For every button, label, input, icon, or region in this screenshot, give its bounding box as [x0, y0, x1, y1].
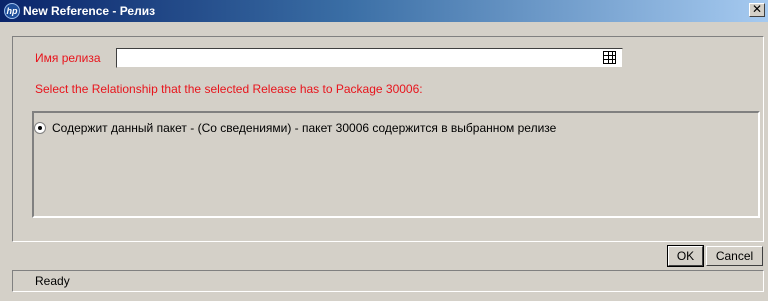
relationship-radio[interactable] [34, 122, 46, 134]
relationship-option-label[interactable]: Содержит данный пакет - (Со сведениями) … [52, 121, 556, 135]
table-grid-icon[interactable] [603, 51, 616, 64]
hp-logo-icon: hp [4, 3, 20, 19]
dialog-window: hp New Reference - Релиз ✕ Имя релиза Se… [0, 0, 768, 301]
window-title: New Reference - Релиз [23, 4, 156, 18]
release-name-label: Имя релиза [35, 51, 101, 65]
ok-button[interactable]: OK [667, 245, 704, 267]
status-text: Ready [35, 274, 70, 288]
cancel-button[interactable]: Cancel [706, 246, 763, 266]
radio-selected-dot [38, 126, 42, 130]
release-name-input[interactable] [116, 48, 623, 68]
relationship-instruction: Select the Relationship that the selecte… [35, 82, 423, 96]
close-icon: ✕ [751, 2, 763, 16]
title-bar[interactable]: hp New Reference - Релиз ✕ [0, 0, 768, 22]
status-bar [12, 270, 764, 292]
close-button[interactable]: ✕ [749, 3, 765, 17]
